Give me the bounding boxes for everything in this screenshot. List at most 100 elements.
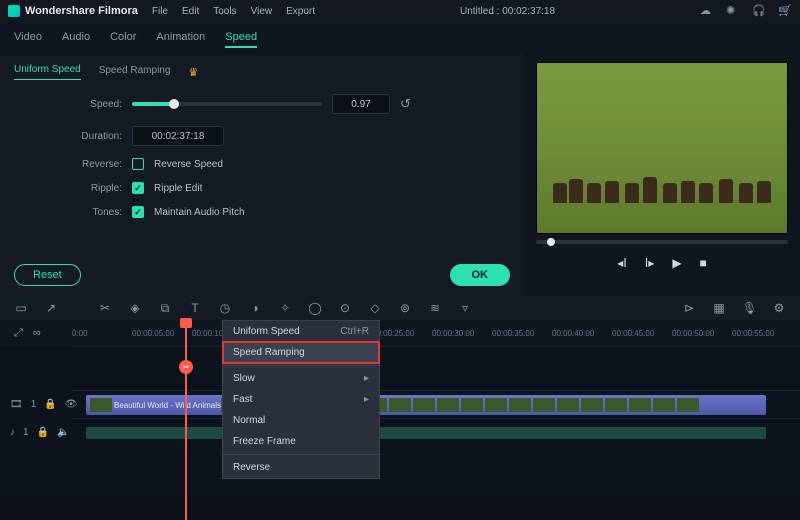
ctx-uniform-speed[interactable]: Uniform Speed Ctrl+R <box>223 321 379 342</box>
stop-icon[interactable]: ■ <box>700 256 707 270</box>
track-number: 1 <box>31 399 37 410</box>
preview-panel: ◂Ⅰ Ⅰ▸ ▶ ■ <box>524 54 800 296</box>
menu-tools[interactable]: Tools <box>213 6 236 17</box>
tones-checkbox[interactable]: ✓ <box>132 206 144 218</box>
menu-edit[interactable]: Edit <box>182 6 199 17</box>
video-track[interactable]: 🎞 1 🔒 👁 Beautiful World - Wild Animals <box>72 390 800 418</box>
app-logo: Wondershare Filmora <box>8 5 138 17</box>
app-name: Wondershare Filmora <box>25 5 138 17</box>
toolbar-marker-icon[interactable]: ▿ <box>458 301 472 315</box>
play-icon[interactable]: ▶ <box>672 256 681 270</box>
ctx-normal[interactable]: Normal <box>223 410 379 431</box>
tab-video[interactable]: Video <box>14 28 42 48</box>
reverse-row: Reverse: Reverse Speed <box>14 158 510 170</box>
toolbar-record-icon[interactable]: ⊚ <box>398 301 412 315</box>
film-icon[interactable]: 🎞 <box>10 399 23 410</box>
toolbar-effect-icon[interactable]: ✧ <box>278 301 292 315</box>
cut-marker-icon[interactable]: ✂ <box>179 360 193 374</box>
ruler-tick: 00:00:50:00 <box>672 329 732 338</box>
scale-icon[interactable]: ⤢ <box>14 327 23 340</box>
headset-icon[interactable]: 🎧 <box>752 4 766 18</box>
document-title: Untitled : 00:02:37:18 <box>329 6 686 17</box>
timeline-tracks: 🎞 1 🔒 👁 Beautiful World - Wild Animals ♪… <box>0 346 800 496</box>
toolbar-tag-icon[interactable]: ◈ <box>128 301 142 315</box>
toolbar-mask-icon[interactable]: ◯ <box>308 301 322 315</box>
toolbar-mic-icon[interactable]: 🎙 <box>742 301 756 315</box>
ruler-tick: 00:00:30:00 <box>432 329 492 338</box>
speed-slider[interactable] <box>132 102 322 106</box>
gear-icon[interactable]: ✺ <box>726 4 740 18</box>
tones-option: Maintain Audio Pitch <box>154 207 245 218</box>
timeline-toolbar: ▭ ↗ ✂ ◈ ⧉ T ◷ ◑ ✧ ◯ ⊙ ◇ ⊚ ≋ ▿ ⊳ ▦ 🎙 ⚙ <box>0 296 800 320</box>
toolbar-audio-icon[interactable]: ≋ <box>428 301 442 315</box>
ctx-fast[interactable]: Fast ▸ <box>223 389 379 410</box>
tones-row: Tones: ✓ Maintain Audio Pitch <box>14 206 510 218</box>
preview-video[interactable] <box>536 62 788 234</box>
playhead[interactable] <box>185 320 187 520</box>
logo-icon <box>8 5 20 17</box>
ruler-tick: 00:00:05:00 <box>132 329 192 338</box>
toolbar-select-icon[interactable]: ▭ <box>14 301 28 315</box>
video-clip[interactable]: Beautiful World - Wild Animals <box>86 395 766 415</box>
ctx-speed-ramping[interactable]: Speed Ramping <box>223 342 379 363</box>
main-menu: File Edit Tools View Export <box>152 6 315 17</box>
menu-view[interactable]: View <box>251 6 273 17</box>
subtab-speed-ramping[interactable]: Speed Ramping <box>99 65 171 80</box>
speed-context-menu: Uniform Speed Ctrl+R Speed Ramping Slow … <box>222 320 380 479</box>
ctx-reverse[interactable]: Reverse <box>223 457 379 478</box>
subtab-uniform-speed[interactable]: Uniform Speed <box>14 64 81 80</box>
cart-icon[interactable]: 🛒 <box>778 4 792 18</box>
menu-export[interactable]: Export <box>286 6 315 17</box>
reverse-label: Reverse: <box>14 159 122 170</box>
title-actions: ☁ ✺ 🎧 🛒 <box>700 4 792 18</box>
preview-scrubber[interactable] <box>536 240 788 244</box>
prev-frame-icon[interactable]: ◂Ⅰ <box>617 256 627 270</box>
menu-file[interactable]: File <box>152 6 168 17</box>
ripple-row: Ripple: ✓ Ripple Edit <box>14 182 510 194</box>
cloud-icon[interactable]: ☁ <box>700 4 714 18</box>
toolbar-focus-icon[interactable]: ⊙ <box>338 301 352 315</box>
lock-icon[interactable]: 🔒 <box>44 399 56 410</box>
duration-row: Duration: 00:02:37:18 <box>14 126 510 146</box>
duration-label: Duration: <box>14 131 122 142</box>
toolbar-render-icon[interactable]: ⊳ <box>682 301 696 315</box>
toolbar-speed-icon[interactable]: ◷ <box>218 301 232 315</box>
reset-button[interactable]: Reset <box>14 264 81 286</box>
tones-label: Tones: <box>14 207 122 218</box>
audio-track[interactable]: ♪ 1 🔒 🔈 <box>72 418 800 446</box>
toolbar-grid-icon[interactable]: ▦ <box>712 301 726 315</box>
tab-speed[interactable]: Speed <box>225 28 257 48</box>
timeline-ruler[interactable]: ⤢ ∞ 0:00 00:00:05:00 00:00:10:00 00:00:1… <box>0 320 800 346</box>
toolbar-text-icon[interactable]: T <box>188 301 202 315</box>
track-number: 1 <box>23 427 29 438</box>
toolbar-color-icon[interactable]: ◑ <box>248 301 262 315</box>
title-bar: Wondershare Filmora File Edit Tools View… <box>0 0 800 22</box>
toolbar-key-icon[interactable]: ◇ <box>368 301 382 315</box>
reverse-checkbox[interactable] <box>132 158 144 170</box>
toolbar-cut-icon[interactable]: ✂ <box>98 301 112 315</box>
tab-animation[interactable]: Animation <box>156 28 205 48</box>
duration-value[interactable]: 00:02:37:18 <box>132 126 224 146</box>
eye-icon[interactable]: 👁 <box>65 399 78 410</box>
toolbar-settings-icon[interactable]: ⚙ <box>772 301 786 315</box>
next-frame-icon[interactable]: Ⅰ▸ <box>645 256 655 270</box>
ripple-checkbox[interactable]: ✓ <box>132 182 144 194</box>
lock-icon[interactable]: 🔒 <box>37 427 49 438</box>
ctx-slow[interactable]: Slow ▸ <box>223 368 379 389</box>
chevron-right-icon: ▸ <box>364 373 369 384</box>
reset-speed-icon[interactable]: ↺ <box>400 96 411 112</box>
audio-clip[interactable] <box>86 427 766 439</box>
toolbar-arrow-icon[interactable]: ↗ <box>44 301 58 315</box>
toolbar-crop-icon[interactable]: ⧉ <box>158 301 172 316</box>
ok-button[interactable]: OK <box>450 264 511 286</box>
tab-audio[interactable]: Audio <box>62 28 90 48</box>
mute-icon[interactable]: 🔈 <box>57 427 69 438</box>
timeline-area: ⤢ ∞ 0:00 00:00:05:00 00:00:10:00 00:00:1… <box>0 320 800 496</box>
link-icon[interactable]: ∞ <box>33 327 41 339</box>
chevron-right-icon: ▸ <box>364 394 369 405</box>
ruler-tick: 00:00:45:00 <box>612 329 672 338</box>
ctx-freeze-frame[interactable]: Freeze Frame <box>223 431 379 452</box>
tab-color[interactable]: Color <box>110 28 136 48</box>
note-icon[interactable]: ♪ <box>10 427 15 438</box>
speed-value[interactable]: 0.97 <box>332 94 390 114</box>
